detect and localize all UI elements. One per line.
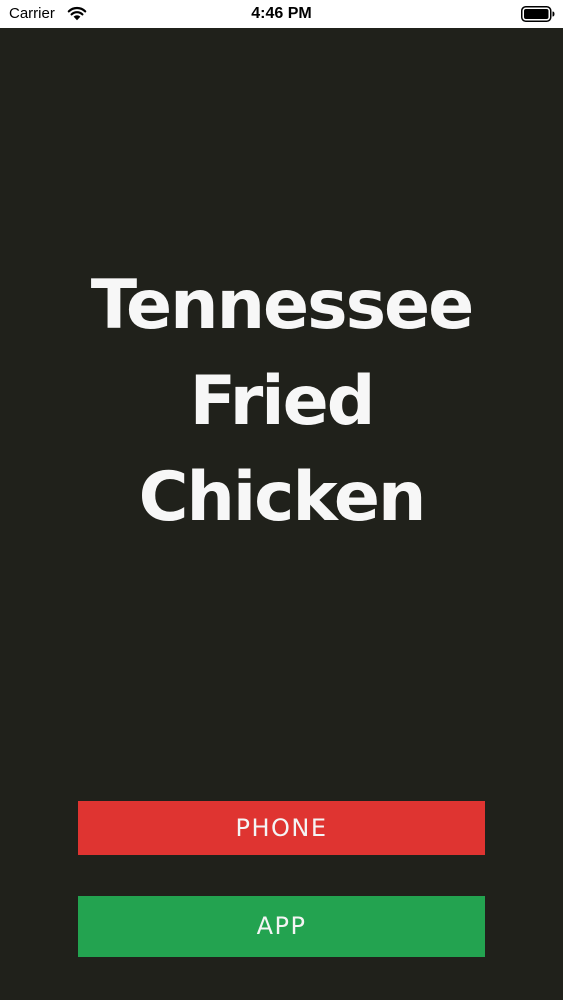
title-line-1: Tennessee (90, 266, 475, 345)
title-line-3: Chicken (138, 458, 427, 537)
restaurant-title: Tennessee Fried Chicken (0, 258, 563, 546)
battery-full-icon (521, 6, 555, 22)
phone-button[interactable]: PHONE (78, 801, 485, 855)
app-button[interactable]: APP (78, 896, 485, 957)
status-time: 4:46 PM (251, 5, 312, 22)
status-bar: Carrier 4:46 PM (0, 0, 563, 28)
title-line-2: Fried (189, 362, 376, 441)
